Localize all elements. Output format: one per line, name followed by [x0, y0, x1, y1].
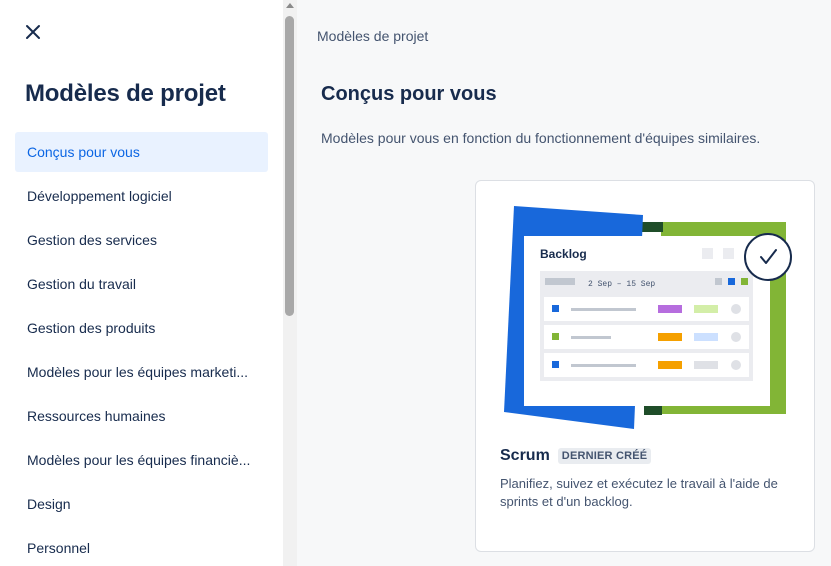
nav-item-label: Gestion du travail: [27, 276, 136, 292]
illus-row-tag: [694, 333, 718, 341]
section-description: Modèles pour vous en fonction du fonctio…: [321, 130, 761, 146]
scrollbar-thumb[interactable]: [285, 16, 294, 316]
illus-row-text: [571, 336, 611, 339]
illus-sprint-dot: [741, 278, 748, 285]
illus-header-square: [723, 248, 734, 259]
illus-backlog-title: Backlog: [540, 247, 587, 261]
nav-item-finance[interactable]: Modèles pour les équipes financiè...: [15, 440, 268, 480]
sidebar-title: Modèles de projet: [25, 80, 226, 107]
status-badge: DERNIER CRÉÉ: [557, 448, 652, 464]
illus-row-tag: [658, 305, 682, 313]
illus-header-square: [702, 248, 713, 259]
illus-row-icon: [552, 333, 559, 340]
scroll-up-arrow-icon[interactable]: [286, 3, 294, 8]
breadcrumb[interactable]: Modèles de projet: [317, 28, 428, 44]
nav-item-design[interactable]: Design: [15, 484, 268, 524]
nav-item-gestion-des-services[interactable]: Gestion des services: [15, 220, 268, 260]
nav-item-gestion-du-travail[interactable]: Gestion du travail: [15, 264, 268, 304]
category-nav: Conçus pour vous Développement logiciel …: [15, 132, 268, 566]
scrum-illustration: Backlog 2 Sep – 15 Sep: [504, 206, 792, 429]
illus-row-avatar: [731, 360, 741, 370]
card-title: Scrum: [500, 447, 550, 464]
section-title: Conçus pour vous: [321, 83, 497, 105]
illus-check-circle: [744, 233, 792, 281]
illus-row-tag: [694, 361, 718, 369]
sidebar-scrollbar[interactable]: [283, 0, 297, 566]
nav-item-label: Gestion des produits: [27, 320, 156, 336]
nav-item-label: Conçus pour vous: [27, 144, 140, 160]
close-button[interactable]: [19, 18, 47, 46]
nav-item-marketing[interactable]: Modèles pour les équipes marketi...: [15, 352, 268, 392]
nav-item-label: Design: [27, 496, 71, 512]
illus-row-tag: [658, 333, 682, 341]
nav-item-label: Développement logiciel: [27, 188, 172, 204]
illus-row-avatar: [731, 332, 741, 342]
nav-item-label: Modèles pour les équipes marketi...: [27, 364, 248, 380]
illus-sprint-bar: [545, 278, 575, 285]
main-panel: Modèles de projet Conçus pour vous Modèl…: [297, 0, 831, 566]
scrum-template-card[interactable]: Backlog 2 Sep – 15 Sep Scrum DERNIER CRÉ…: [475, 180, 815, 552]
illus-row-icon: [552, 305, 559, 312]
card-description: Planifiez, suivez et exécutez le travail…: [500, 476, 778, 509]
illus-row-tag: [694, 305, 718, 313]
nav-item-developpement-logiciel[interactable]: Développement logiciel: [15, 176, 268, 216]
card-name-row: Scrum DERNIER CRÉÉ: [500, 447, 652, 465]
illus-sprint-dot: [715, 278, 722, 285]
nav-item-gestion-des-produits[interactable]: Gestion des produits: [15, 308, 268, 348]
nav-item-personnel[interactable]: Personnel: [15, 528, 268, 566]
illus-row-tag: [658, 361, 682, 369]
illus-row-text: [571, 364, 636, 367]
nav-item-ressources-humaines[interactable]: Ressources humaines: [15, 396, 268, 436]
close-icon: [26, 25, 40, 39]
nav-item-label: Ressources humaines: [27, 408, 166, 424]
illus-sprint-dot: [728, 278, 735, 285]
illus-dark-green-strip-bottom: [644, 405, 662, 415]
nav-item-label: Gestion des services: [27, 232, 157, 248]
illus-dark-green-strip: [641, 222, 663, 232]
illus-row-text: [571, 308, 636, 311]
sidebar: Modèles de projet Conçus pour vous Dével…: [0, 0, 283, 566]
illus-sprint-label: 2 Sep – 15 Sep: [588, 280, 655, 289]
nav-item-concus-pour-vous[interactable]: Conçus pour vous: [15, 132, 268, 172]
nav-item-label: Modèles pour les équipes financiè...: [27, 452, 251, 468]
illus-row-avatar: [731, 304, 741, 314]
nav-item-label: Personnel: [27, 540, 91, 556]
illus-row-icon: [552, 361, 559, 368]
